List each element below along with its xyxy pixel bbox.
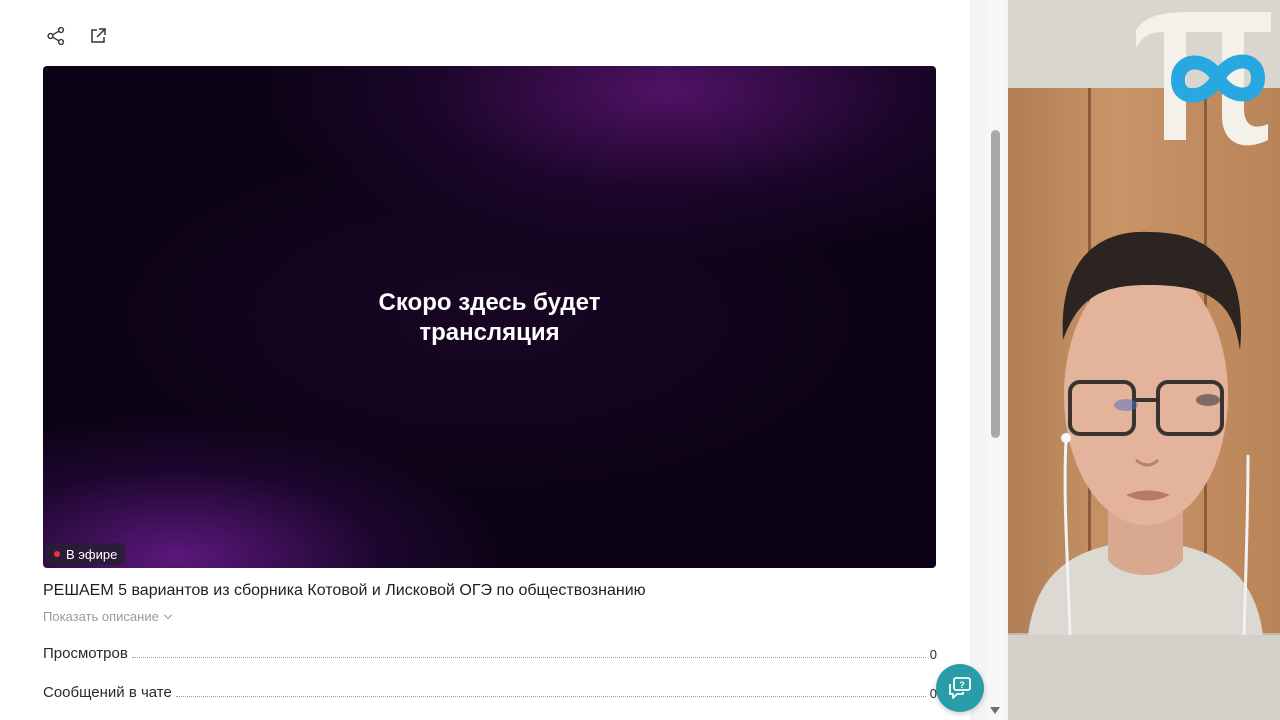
share-icon [47,26,65,46]
channel-logo [1136,12,1271,146]
show-description-label: Показать описание [43,609,159,624]
live-label: В эфире [66,546,118,562]
dotted-leader [175,696,926,697]
help-chat-button[interactable]: ? [936,664,984,712]
player-message-line-1: Скоро здесь будет [378,289,601,316]
chevron-down-icon [163,610,173,620]
open-external-button[interactable] [86,24,110,48]
chat-messages-label: Сообщений в чате [43,684,172,701]
external-link-icon [91,28,106,43]
chat-stat-row: Сообщений в чате 0 [43,684,937,701]
live-dot-icon [54,551,60,557]
scroll-down-arrow-icon[interactable] [990,707,1000,714]
share-button[interactable] [44,24,68,48]
stream-page: Скоро здесь будет трансляция В эфире РЕШ… [0,0,970,720]
player-message-line-2: трансляция [419,319,560,346]
webcam-floor [1008,635,1280,720]
scrollbar-thumb[interactable] [991,130,1000,438]
views-label: Просмотров [43,645,128,662]
views-stat-row: Просмотров 0 [43,645,937,662]
video-player[interactable]: Скоро здесь будет трансляция В эфире [43,66,936,568]
chat-help-icon: ? [949,677,971,699]
views-value: 0 [929,647,937,662]
webcam-video [1008,0,1280,720]
svg-text:?: ? [959,680,965,690]
live-badge: В эфире [46,543,126,565]
stream-title: РЕШАЕМ 5 вариантов из сборника Котовой и… [43,582,646,599]
player-placeholder-message: Скоро здесь будет трансляция [43,288,936,348]
show-description-toggle[interactable]: Показать описание [43,609,173,624]
dotted-leader [131,657,926,658]
